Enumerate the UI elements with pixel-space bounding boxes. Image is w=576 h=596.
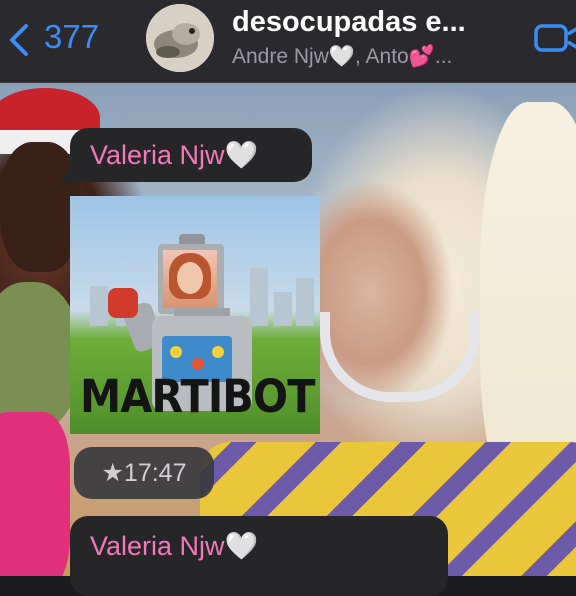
- wallpaper-green-scarf: [0, 282, 80, 432]
- group-title[interactable]: desocupadas e...: [232, 6, 466, 39]
- sticker-building: [90, 286, 108, 326]
- back-unread-count[interactable]: 377: [44, 18, 99, 56]
- robot-dial: [170, 346, 182, 358]
- sticker-caption: MARTIBOT: [80, 370, 315, 423]
- sticker-building: [250, 268, 268, 326]
- sticker-building: [296, 278, 314, 326]
- portrait-face: [177, 262, 203, 294]
- robot-red-fist: [108, 288, 138, 318]
- sticker-building: [274, 292, 292, 326]
- video-camera-icon[interactable]: [534, 20, 576, 56]
- chat-header: 377 desocupadas e... Andre Njw🤍, Anto💕..…: [0, 0, 576, 83]
- wallpaper-pink-jacket: [0, 412, 70, 576]
- sticker-message[interactable]: MARTIBOT: [70, 196, 320, 434]
- chevron-left-icon[interactable]: [6, 22, 36, 58]
- wallpaper-necklace: [320, 312, 480, 402]
- avatar-image: [146, 4, 214, 72]
- robot-dial: [192, 358, 204, 370]
- sender-name[interactable]: Valeria Njw🤍: [90, 530, 258, 562]
- group-members-subtitle[interactable]: Andre Njw🤍, Anto💕...: [232, 45, 452, 69]
- group-avatar[interactable]: [146, 4, 214, 72]
- sender-name[interactable]: Valeria Njw🤍: [90, 139, 258, 171]
- robot-dial: [212, 346, 224, 358]
- message-timestamp: ★17:47: [74, 447, 214, 499]
